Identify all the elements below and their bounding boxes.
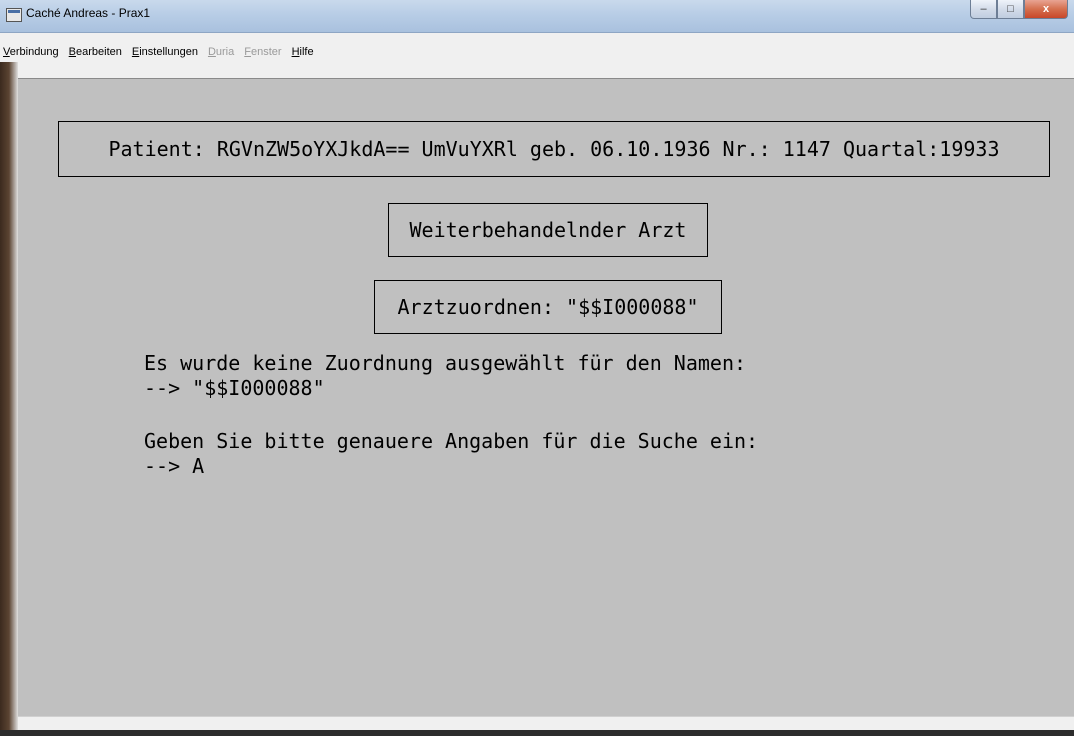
window-controls: – □ x bbox=[970, 0, 1068, 20]
heading-text: Weiterbehandelnder Arzt bbox=[409, 218, 687, 242]
menu-hilfe[interactable]: Hilfe bbox=[292, 46, 314, 58]
zuordnen-box: Arztzuordnen: "$$I000088" bbox=[374, 280, 722, 334]
patient-info-box: Patient: RGVnZW5oYXJkdA== UmVuYXRl geb. … bbox=[58, 121, 1050, 177]
zuordnen-text: Arztzuordnen: "$$I000088" bbox=[397, 295, 699, 319]
taskbar-edge bbox=[0, 730, 1074, 736]
window-title: Caché Andreas - Prax1 bbox=[26, 6, 151, 20]
window-left-edge bbox=[0, 62, 18, 730]
app-icon[interactable] bbox=[6, 8, 22, 22]
close-button[interactable]: x bbox=[1024, 0, 1068, 19]
app-window: Caché Andreas - Prax1 – □ x Verbindung B… bbox=[0, 0, 1074, 736]
heading-box: Weiterbehandelnder Arzt bbox=[388, 203, 708, 257]
maximize-button[interactable]: □ bbox=[997, 0, 1024, 19]
menu-einstellungen[interactable]: Einstellungen bbox=[132, 46, 198, 58]
minimize-button[interactable]: – bbox=[970, 0, 997, 19]
menu-bearbeiten[interactable]: Bearbeiten bbox=[69, 46, 122, 58]
menu-bar: Verbindung Bearbeiten Einstellungen Duri… bbox=[0, 42, 1074, 62]
menu-duria: Duria bbox=[207, 46, 235, 58]
message-line-2: --> "$$I000088" bbox=[144, 376, 325, 400]
message-line-1: Es wurde keine Zuordnung ausgewählt für … bbox=[144, 351, 747, 375]
status-strip bbox=[18, 716, 1074, 731]
menu-fenster: Fenster bbox=[244, 46, 282, 58]
prompt-line-1: Geben Sie bitte genauere Angaben für die… bbox=[144, 429, 759, 453]
menu-verbindung[interactable]: Verbindung bbox=[3, 46, 59, 58]
patient-line: Patient: RGVnZW5oYXJkdA== UmVuYXRl geb. … bbox=[108, 137, 1000, 161]
title-bar[interactable]: Caché Andreas - Prax1 – □ x bbox=[0, 0, 1074, 33]
terminal-screen[interactable]: Patient: RGVnZW5oYXJkdA== UmVuYXRl geb. … bbox=[18, 78, 1074, 717]
prompt-input-line[interactable]: --> A bbox=[144, 454, 204, 478]
